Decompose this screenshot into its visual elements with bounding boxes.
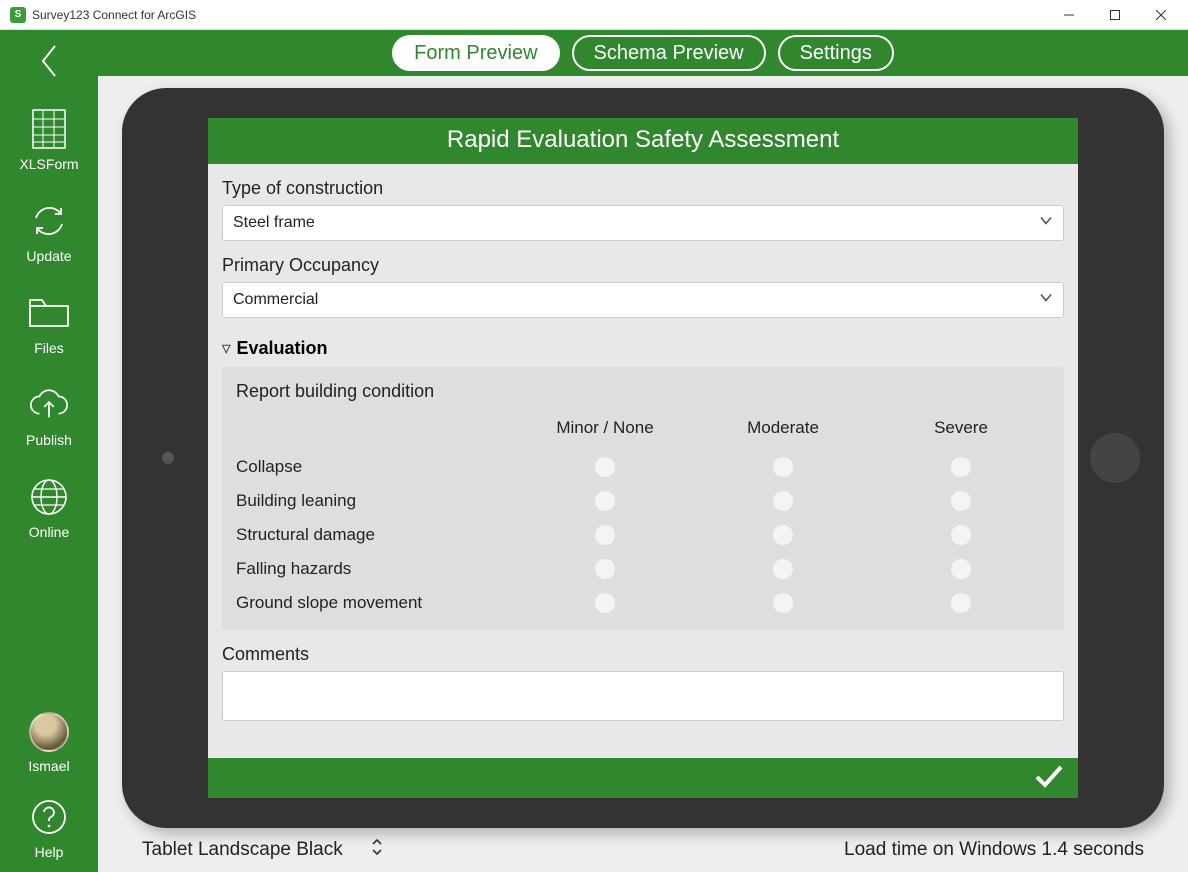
- radio-option[interactable]: [595, 457, 615, 477]
- user-name: Ismael: [28, 758, 69, 774]
- radio-option[interactable]: [773, 457, 793, 477]
- radio-option[interactable]: [773, 559, 793, 579]
- sidebar-item-label: Publish: [26, 432, 72, 448]
- toolbar: Form Preview Schema Preview Settings: [98, 30, 1188, 76]
- statusbar: Tablet Landscape Black Load time on Wind…: [122, 828, 1164, 872]
- comments-textarea[interactable]: [222, 671, 1064, 721]
- window-titlebar: S Survey123 Connect for ArcGIS: [0, 0, 1188, 30]
- form-footer: [208, 758, 1078, 798]
- col-header: Moderate: [694, 418, 872, 450]
- radio-option[interactable]: [951, 491, 971, 511]
- window-title: Survey123 Connect for ArcGIS: [32, 8, 196, 22]
- radio-option[interactable]: [595, 593, 615, 613]
- tab-form-preview[interactable]: Form Preview: [392, 35, 559, 71]
- refresh-icon: [28, 200, 70, 242]
- row-label: Structural damage: [236, 525, 516, 545]
- radio-option[interactable]: [773, 593, 793, 613]
- radio-option[interactable]: [951, 593, 971, 613]
- app-icon: S: [10, 7, 26, 23]
- sort-icon: [371, 838, 383, 862]
- row-label: Falling hazards: [236, 559, 516, 579]
- form-preview-screen: Rapid Evaluation Safety Assessment Type …: [208, 118, 1078, 798]
- evaluation-row: Ground slope movement: [236, 586, 1050, 620]
- evaluation-panel: Report building condition Minor / None M…: [222, 367, 1064, 630]
- cloud-upload-icon: [28, 384, 70, 426]
- sidebar-item-label: Files: [34, 340, 64, 356]
- radio-option[interactable]: [773, 491, 793, 511]
- sidebar-item-files[interactable]: Files: [28, 292, 70, 356]
- row-label: Building leaning: [236, 491, 516, 511]
- form-title: Rapid Evaluation Safety Assessment: [208, 118, 1078, 164]
- window-maximize-button[interactable]: [1092, 0, 1138, 30]
- radio-option[interactable]: [951, 457, 971, 477]
- field-label-comments: Comments: [222, 644, 1064, 665]
- chevron-down-icon: [1039, 291, 1053, 310]
- avatar: [29, 712, 69, 752]
- sidebar-item-user[interactable]: Ismael: [28, 712, 69, 774]
- spreadsheet-icon: [28, 108, 70, 150]
- row-label: Collapse: [236, 457, 516, 477]
- evaluation-row: Building leaning: [236, 484, 1050, 518]
- help-icon: [28, 796, 70, 838]
- tab-settings[interactable]: Settings: [778, 35, 894, 71]
- radio-option[interactable]: [595, 559, 615, 579]
- sidebar: XLSForm Update Files Publish Online: [0, 30, 98, 872]
- field-label-type-construction: Type of construction: [222, 178, 1064, 199]
- chevron-left-icon: [39, 44, 59, 78]
- evaluation-row: Falling hazards: [236, 552, 1050, 586]
- select-primary-occupancy[interactable]: Commercial: [222, 282, 1064, 318]
- radio-option[interactable]: [951, 525, 971, 545]
- radio-option[interactable]: [951, 559, 971, 579]
- col-header: Minor / None: [516, 418, 694, 450]
- sidebar-item-publish[interactable]: Publish: [26, 384, 72, 448]
- tablet-frame: Rapid Evaluation Safety Assessment Type …: [122, 88, 1164, 828]
- row-label: Ground slope movement: [236, 593, 516, 613]
- sidebar-item-xlsform[interactable]: XLSForm: [19, 108, 78, 172]
- sidebar-item-label: Help: [35, 844, 64, 860]
- field-label-primary-occupancy: Primary Occupancy: [222, 255, 1064, 276]
- section-title: Evaluation: [236, 338, 327, 359]
- folder-icon: [28, 292, 70, 334]
- radio-option[interactable]: [595, 491, 615, 511]
- col-header: Severe: [872, 418, 1050, 450]
- evaluation-row: Collapse: [236, 450, 1050, 484]
- preview-area: Rapid Evaluation Safety Assessment Type …: [98, 76, 1188, 872]
- chevron-down-icon: [1039, 214, 1053, 233]
- section-header-evaluation[interactable]: ▽ Evaluation: [222, 338, 1064, 359]
- select-value: Steel frame: [233, 214, 315, 232]
- sidebar-item-help[interactable]: Help: [28, 796, 70, 860]
- collapse-triangle-icon: ▽: [222, 342, 230, 355]
- radio-option[interactable]: [773, 525, 793, 545]
- radio-option[interactable]: [595, 525, 615, 545]
- window-minimize-button[interactable]: [1046, 0, 1092, 30]
- tablet-home-button: [1090, 433, 1140, 483]
- globe-icon: [28, 476, 70, 518]
- evaluation-row: Structural damage: [236, 518, 1050, 552]
- sidebar-item-label: Online: [29, 524, 69, 540]
- window-close-button[interactable]: [1138, 0, 1184, 30]
- tab-schema-preview[interactable]: Schema Preview: [572, 35, 766, 71]
- tablet-camera-icon: [162, 452, 174, 464]
- evaluation-subtitle: Report building condition: [236, 381, 1050, 402]
- sidebar-item-update[interactable]: Update: [26, 200, 71, 264]
- submit-button[interactable]: [1034, 764, 1064, 793]
- evaluation-header-row: Minor / None Moderate Severe: [236, 418, 1050, 450]
- select-value: Commercial: [233, 291, 318, 309]
- load-time-text: Load time on Windows 1.4 seconds: [844, 839, 1144, 861]
- device-name: Tablet Landscape Black: [142, 839, 343, 861]
- sidebar-item-online[interactable]: Online: [28, 476, 70, 540]
- sidebar-item-label: XLSForm: [19, 156, 78, 172]
- back-button[interactable]: [0, 36, 98, 86]
- sidebar-item-label: Update: [26, 248, 71, 264]
- device-selector[interactable]: Tablet Landscape Black: [142, 838, 383, 862]
- select-type-construction[interactable]: Steel frame: [222, 205, 1064, 241]
